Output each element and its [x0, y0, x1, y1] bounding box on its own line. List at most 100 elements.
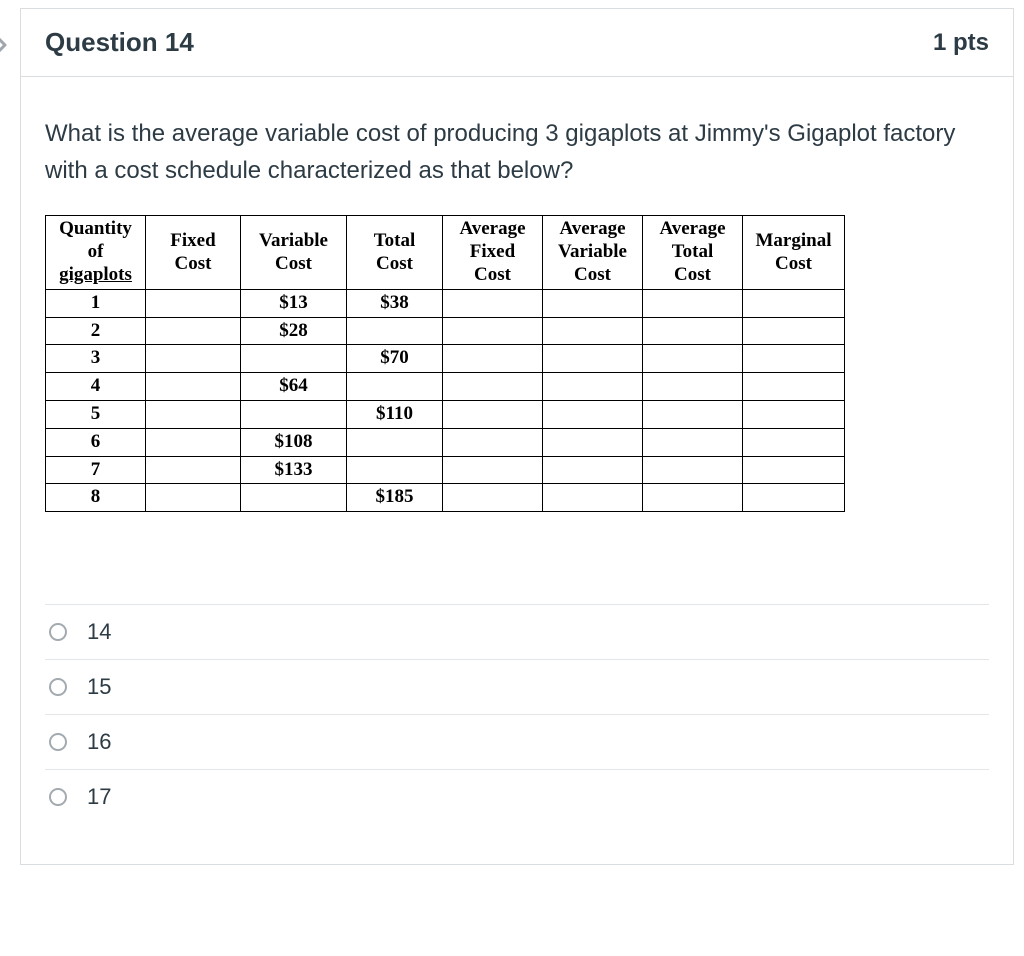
cell-atc [643, 373, 743, 401]
question-points: 1 pts [933, 29, 989, 57]
cell-mc [743, 428, 845, 456]
question-text: What is the average variable cost of pro… [45, 115, 989, 189]
header-avg-variable-cost: Average Variable Cost [543, 216, 643, 289]
cell-atc [643, 289, 743, 317]
table-row: 3 $70 [46, 345, 845, 373]
cell-atc [643, 456, 743, 484]
cell-avc [543, 428, 643, 456]
cell-avc [543, 484, 643, 512]
cell-var [241, 345, 347, 373]
cell-afc [443, 373, 543, 401]
cell-atc [643, 428, 743, 456]
header-marginal-cost: Marginal Cost [743, 216, 845, 289]
nav-chevron-icon[interactable] [0, 33, 10, 57]
radio-button[interactable] [49, 623, 67, 641]
cell-total: $70 [347, 345, 443, 373]
question-header: Question 14 1 pts [21, 9, 1013, 77]
answer-label: 17 [87, 784, 111, 810]
header-avg-fixed-cost: Average Fixed Cost [443, 216, 543, 289]
cell-total: $110 [347, 400, 443, 428]
cell-total [347, 456, 443, 484]
radio-button[interactable] [49, 678, 67, 696]
cell-fixed [146, 373, 241, 401]
cell-var: $64 [241, 373, 347, 401]
cell-var: $133 [241, 456, 347, 484]
table-row: 5 $110 [46, 400, 845, 428]
cell-var [241, 400, 347, 428]
cell-mc [743, 373, 845, 401]
cell-fixed [146, 456, 241, 484]
table-row: 6 $108 [46, 428, 845, 456]
answer-label: 15 [87, 674, 111, 700]
header-total-cost: Total Cost [347, 216, 443, 289]
cell-avc [543, 317, 643, 345]
cell-fixed [146, 317, 241, 345]
radio-button[interactable] [49, 788, 67, 806]
cell-qty: 1 [46, 289, 146, 317]
table-row: 4 $64 [46, 373, 845, 401]
cell-fixed [146, 289, 241, 317]
cell-atc [643, 484, 743, 512]
cell-afc [443, 345, 543, 373]
cell-total [347, 428, 443, 456]
cell-qty: 6 [46, 428, 146, 456]
cell-mc [743, 400, 845, 428]
table-row: 1 $13$38 [46, 289, 845, 317]
cell-avc [543, 345, 643, 373]
answer-label: 14 [87, 619, 111, 645]
cell-var: $28 [241, 317, 347, 345]
cell-qty: 3 [46, 345, 146, 373]
cell-afc [443, 428, 543, 456]
cell-afc [443, 456, 543, 484]
cell-mc [743, 289, 845, 317]
answer-options: 14 15 16 17 [45, 604, 989, 824]
cell-mc [743, 484, 845, 512]
cell-qty: 4 [46, 373, 146, 401]
header-avg-total-cost: Average Total Cost [643, 216, 743, 289]
cell-total [347, 317, 443, 345]
cell-avc [543, 373, 643, 401]
cell-total [347, 373, 443, 401]
cell-afc [443, 289, 543, 317]
cell-total: $185 [347, 484, 443, 512]
cell-atc [643, 400, 743, 428]
cell-var [241, 484, 347, 512]
cell-total: $38 [347, 289, 443, 317]
cell-atc [643, 345, 743, 373]
cost-schedule-table: Quantity of gigaplots Fixed Cost Variabl… [45, 215, 845, 512]
answer-option[interactable]: 17 [45, 770, 989, 824]
cell-afc [443, 484, 543, 512]
question-body: What is the average variable cost of pro… [21, 77, 1013, 864]
cell-qty: 7 [46, 456, 146, 484]
table-row: 2 $28 [46, 317, 845, 345]
header-fixed-cost: Fixed Cost [146, 216, 241, 289]
radio-button[interactable] [49, 733, 67, 751]
cell-afc [443, 317, 543, 345]
cell-var: $108 [241, 428, 347, 456]
answer-option[interactable]: 14 [45, 604, 989, 660]
cell-fixed [146, 428, 241, 456]
question-card: Question 14 1 pts What is the average va… [20, 8, 1014, 865]
table-row: 8 $185 [46, 484, 845, 512]
answer-option[interactable]: 16 [45, 715, 989, 770]
cell-mc [743, 317, 845, 345]
cell-qty: 2 [46, 317, 146, 345]
cell-mc [743, 345, 845, 373]
cell-var: $13 [241, 289, 347, 317]
answer-label: 16 [87, 729, 111, 755]
question-title: Question 14 [45, 27, 194, 58]
cell-atc [643, 317, 743, 345]
cell-avc [543, 400, 643, 428]
cell-avc [543, 289, 643, 317]
cell-qty: 5 [46, 400, 146, 428]
cell-qty: 8 [46, 484, 146, 512]
cell-fixed [146, 345, 241, 373]
answer-option[interactable]: 15 [45, 660, 989, 715]
header-variable-cost: Variable Cost [241, 216, 347, 289]
cell-mc [743, 456, 845, 484]
cell-fixed [146, 484, 241, 512]
header-quantity: Quantity of gigaplots [46, 216, 146, 289]
cell-fixed [146, 400, 241, 428]
table-row: 7 $133 [46, 456, 845, 484]
cell-avc [543, 456, 643, 484]
